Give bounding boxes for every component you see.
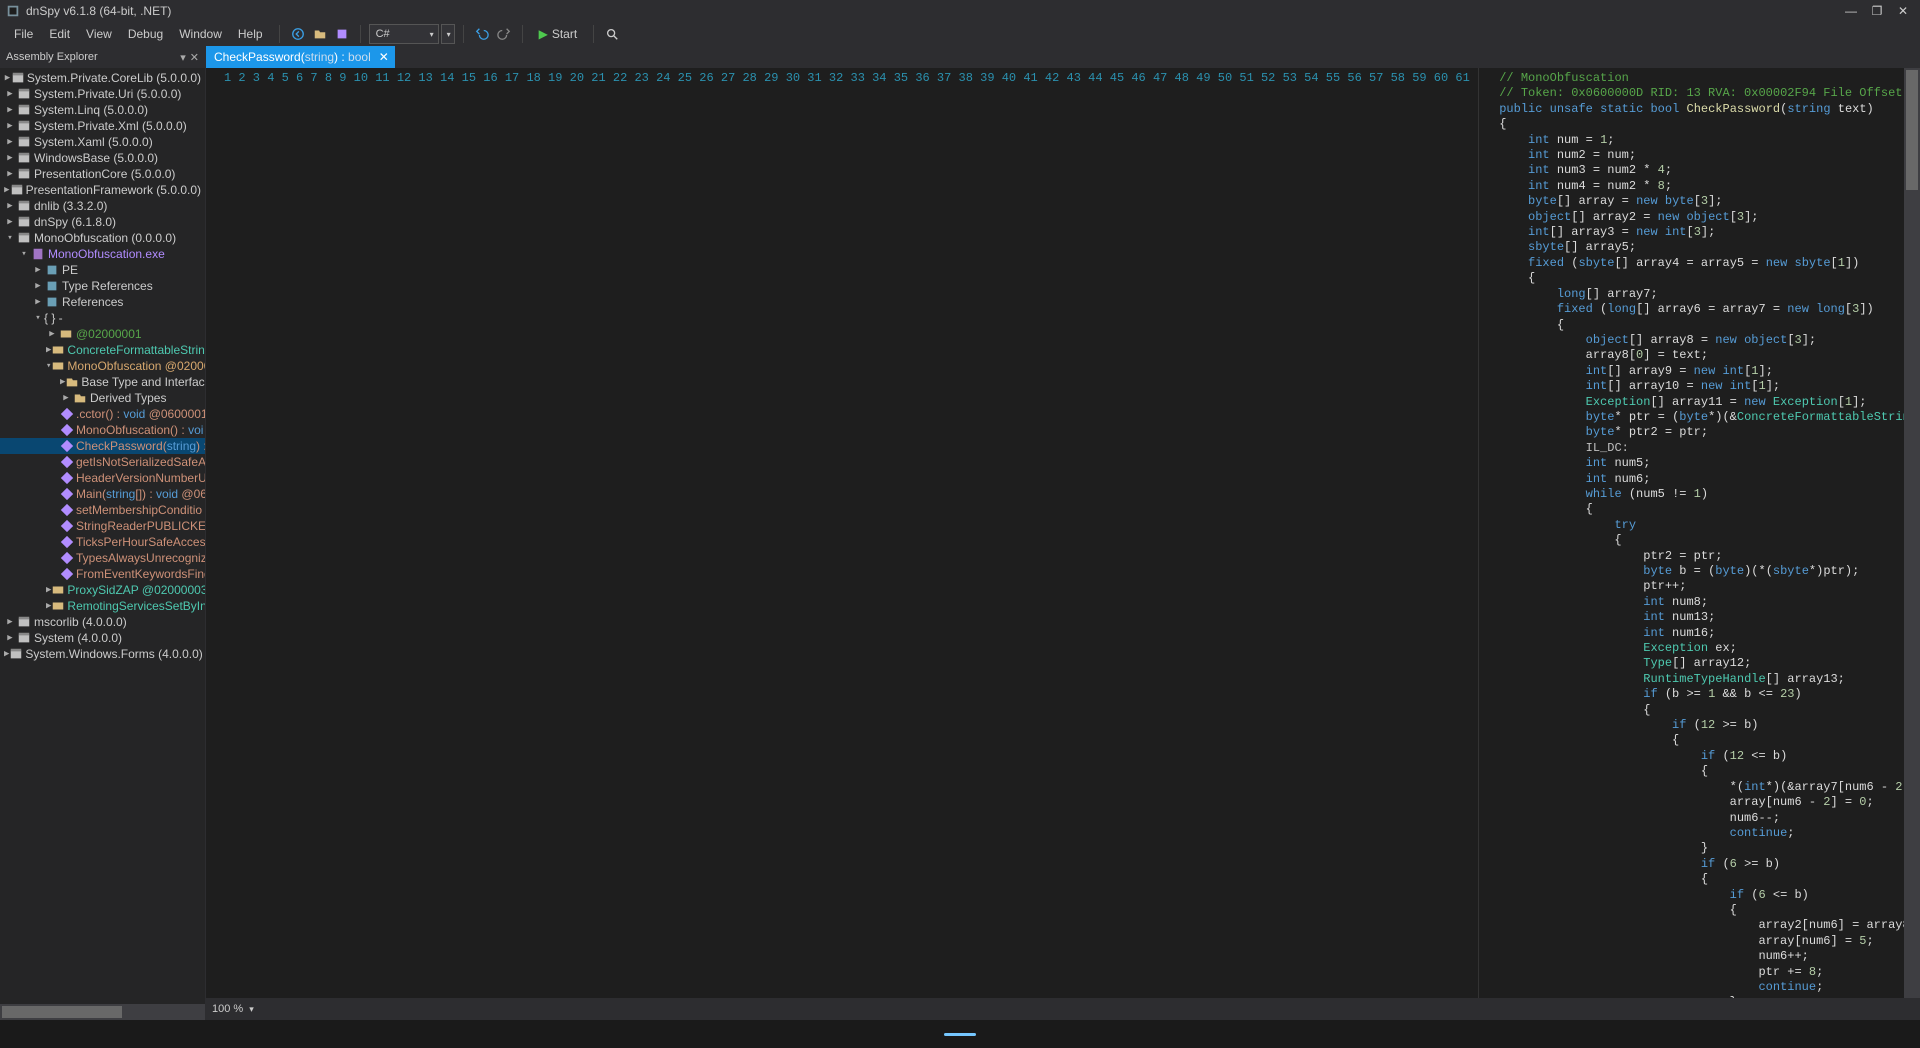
tab-close-icon[interactable]: ✕ xyxy=(379,50,389,64)
editor-tabs: CheckPassword(string) : bool ✕ xyxy=(206,46,1920,68)
tree-item[interactable]: ▶mscorlib (4.0.0.0) xyxy=(0,614,205,630)
tree-item[interactable]: ▾MonoObfuscation (0.0.0.0) xyxy=(0,230,205,246)
menu-debug[interactable]: Debug xyxy=(120,25,171,43)
tree-item[interactable]: setMembershipConditio xyxy=(0,502,205,518)
language-dropdown[interactable]: ▾ xyxy=(441,24,455,44)
tree-item[interactable]: ▶References xyxy=(0,294,205,310)
tree-item[interactable]: ▶System (4.0.0.0) xyxy=(0,630,205,646)
taskbar xyxy=(0,1020,1920,1048)
sidebar-hscroll[interactable] xyxy=(0,1004,205,1020)
tree-item[interactable]: ▶System.Xaml (5.0.0.0) xyxy=(0,134,205,150)
tree-item[interactable]: ▶System.Private.CoreLib (5.0.0.0) xyxy=(0,70,205,86)
tree-item[interactable]: ▶Derived Types xyxy=(0,390,205,406)
back-button[interactable] xyxy=(288,24,308,44)
assembly-explorer: Assembly Explorer ▾ ✕ ▶System.Private.Co… xyxy=(0,46,206,1020)
tree-item[interactable]: ▶PresentationFramework (5.0.0.0) xyxy=(0,182,205,198)
sidebar-dropdown-icon[interactable]: ▾ xyxy=(180,51,186,64)
tree-item[interactable]: ▶Base Type and Interfaces xyxy=(0,374,205,390)
save-all-button[interactable] xyxy=(332,24,352,44)
tree-item[interactable]: .cctor() : void @06000014 xyxy=(0,406,205,422)
undo-button[interactable] xyxy=(472,24,492,44)
line-gutter: 1 2 3 4 5 6 7 8 9 10 11 12 13 14 15 16 1… xyxy=(206,68,1479,998)
minimize-button[interactable]: ― xyxy=(1844,4,1858,18)
tree-item[interactable]: ▶System.Private.Uri (5.0.0.0) xyxy=(0,86,205,102)
zoom-level: 100 % xyxy=(212,1003,243,1015)
menu-window[interactable]: Window xyxy=(171,25,230,43)
tree-item[interactable]: ▶PresentationCore (5.0.0.0) xyxy=(0,166,205,182)
tree-item[interactable]: getIsNotSerializedSafeArr xyxy=(0,454,205,470)
tab-label: CheckPassword(string) : bool xyxy=(214,50,371,64)
title-bar: dnSpy v6.1.8 (64-bit, .NET) ― ❐ ✕ xyxy=(0,0,1920,22)
tree-item[interactable]: StringReaderPUBLICKEY( xyxy=(0,518,205,534)
code-editor[interactable]: // MonoObfuscation // Token: 0x0600000D … xyxy=(1479,68,1904,998)
tree-item[interactable]: ▶Type References xyxy=(0,278,205,294)
tree-item[interactable]: ▶System.Linq (5.0.0.0) xyxy=(0,102,205,118)
menu-bar: FileEditViewDebugWindowHelp C#▾ ▾ ▶Start xyxy=(0,22,1920,46)
assembly-explorer-header: Assembly Explorer ▾ ✕ xyxy=(0,46,205,68)
tree-item[interactable]: ▶ConcreteFormattableStringN xyxy=(0,342,205,358)
tree-item[interactable]: ▶PE xyxy=(0,262,205,278)
tree-item[interactable]: TicksPerHourSafeAccessT xyxy=(0,534,205,550)
tree-item[interactable]: MonoObfuscation() : voi xyxy=(0,422,205,438)
menu-edit[interactable]: Edit xyxy=(41,25,78,43)
status-bar: 100 % ▾ xyxy=(206,998,1920,1020)
maximize-button[interactable]: ❐ xyxy=(1870,4,1884,18)
close-button[interactable]: ✕ xyxy=(1896,4,1910,18)
app-icon xyxy=(6,4,20,18)
tree-item[interactable]: ▾MonoObfuscation.exe xyxy=(0,246,205,262)
tree-item[interactable]: ▾{ } - xyxy=(0,310,205,326)
tree-item[interactable]: ▶ProxySidZAP @02000003 xyxy=(0,582,205,598)
zoom-dropdown-icon[interactable]: ▾ xyxy=(249,1004,254,1015)
menu-file[interactable]: File xyxy=(6,25,41,43)
tree-item[interactable]: CheckPassword(string) : b xyxy=(0,438,205,454)
tree-item[interactable]: Main(string[]) : void @06 xyxy=(0,486,205,502)
tree-item[interactable]: ▶WindowsBase (5.0.0.0) xyxy=(0,150,205,166)
redo-button[interactable] xyxy=(494,24,514,44)
sidebar-close-icon[interactable]: ✕ xyxy=(190,51,199,64)
language-combo[interactable]: C#▾ xyxy=(369,24,439,44)
tree-item[interactable]: ▶dnSpy (6.1.8.0) xyxy=(0,214,205,230)
tree-item[interactable]: FromEventKeywordsFindI xyxy=(0,566,205,582)
open-button[interactable] xyxy=(310,24,330,44)
tree-item[interactable]: ▶RemotingServicesSetByIndex xyxy=(0,598,205,614)
tree-item[interactable]: ▾MonoObfuscation @0200000 xyxy=(0,358,205,374)
tree-item[interactable]: ▶System.Windows.Forms (4.0.0.0) xyxy=(0,646,205,662)
sidebar-title: Assembly Explorer xyxy=(6,51,98,63)
tab-checkpassword[interactable]: CheckPassword(string) : bool ✕ xyxy=(206,46,395,68)
tree-item[interactable]: ▶ @02000001 xyxy=(0,326,205,342)
tree-item[interactable]: ▶System.Private.Xml (5.0.0.0) xyxy=(0,118,205,134)
tree-item[interactable]: HeaderVersionNumberUs xyxy=(0,470,205,486)
tree-item[interactable]: TypesAlwaysUnrecognize xyxy=(0,550,205,566)
tree-item[interactable]: ▶dnlib (3.3.2.0) xyxy=(0,198,205,214)
search-button[interactable] xyxy=(602,24,622,44)
start-debug-button[interactable]: ▶Start xyxy=(531,24,586,44)
taskbar-app[interactable] xyxy=(936,1020,984,1048)
menu-view[interactable]: View xyxy=(78,25,120,43)
menu-help[interactable]: Help xyxy=(230,25,271,43)
window-title: dnSpy v6.1.8 (64-bit, .NET) xyxy=(26,4,1844,18)
editor-vscroll[interactable] xyxy=(1904,68,1920,998)
